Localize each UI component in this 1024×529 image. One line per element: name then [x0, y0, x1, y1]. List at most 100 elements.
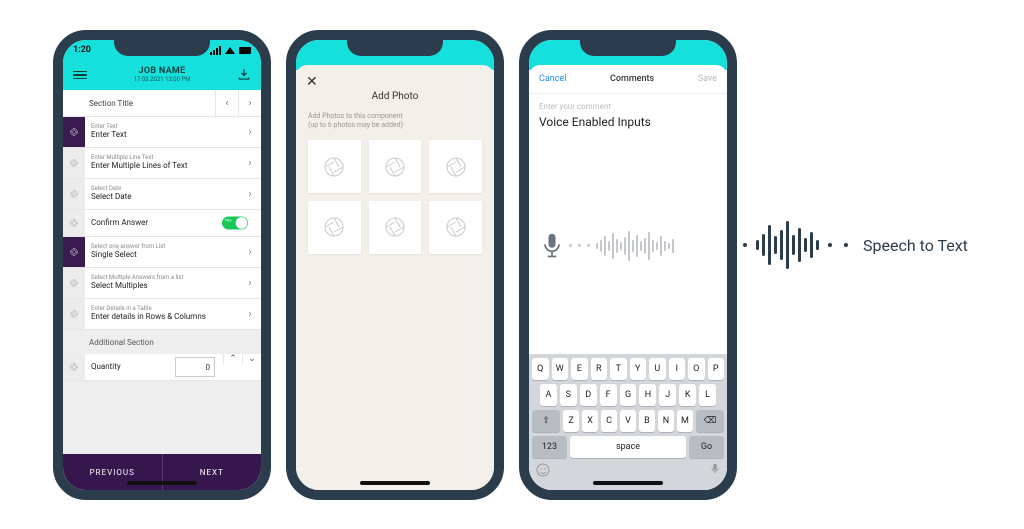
sheet-title: Comments — [610, 74, 654, 84]
section-next[interactable]: › — [238, 90, 261, 116]
status-time: 1:20 — [73, 45, 91, 55]
key-s[interactable]: S — [560, 384, 577, 406]
form-row-confirm: Confirm Answer YES — [63, 210, 261, 237]
gear-icon — [63, 237, 85, 267]
key-a[interactable]: A — [540, 384, 557, 406]
key-k[interactable]: K — [679, 384, 696, 406]
key-n[interactable]: N — [658, 410, 674, 432]
photo-grid — [308, 140, 482, 253]
quantity-input[interactable]: 0 — [175, 357, 215, 377]
gear-icon — [63, 299, 85, 329]
form-row-enter-text[interactable]: Enter TextEnter Text › — [63, 117, 261, 148]
waveform — [596, 228, 715, 264]
key-o[interactable]: O — [688, 358, 705, 380]
photo-slot[interactable] — [308, 201, 361, 254]
form-row-quantity: Quantity 0 ⌃ ⌄ — [63, 354, 261, 381]
delete-key[interactable]: ⌫ — [696, 410, 724, 432]
comment-value: Voice Enabled Inputs — [539, 115, 717, 129]
chevron-right-icon: › — [239, 237, 261, 267]
phone-comments: Cancel Comments Save Enter your comment … — [519, 30, 737, 500]
key-f[interactable]: F — [600, 384, 617, 406]
key-l[interactable]: L — [699, 384, 716, 406]
key-x[interactable]: X — [582, 410, 598, 432]
chevron-right-icon: › — [239, 268, 261, 298]
key-e[interactable]: E — [571, 358, 588, 380]
sheet-nav: Cancel Comments Save — [529, 65, 727, 94]
key-w[interactable]: W — [552, 358, 569, 380]
key-h[interactable]: H — [639, 384, 656, 406]
key-q[interactable]: Q — [532, 358, 549, 380]
home-indicator — [127, 481, 197, 485]
external-annotation: Speech to Text — [740, 215, 968, 275]
emoji-icon[interactable] — [535, 462, 551, 478]
phone-form: 1:20 JOB NAME 17.03.2021 13:00 PM Sectio… — [53, 30, 271, 500]
key-m[interactable]: M — [677, 410, 693, 432]
shift-key[interactable]: ⇧ — [532, 410, 560, 432]
menu-icon[interactable] — [73, 71, 87, 80]
photo-slot[interactable] — [429, 140, 482, 193]
form-row-single-select[interactable]: Select one answer from ListSingle Select… — [63, 237, 261, 268]
gear-icon — [63, 117, 85, 147]
download-icon[interactable] — [237, 68, 251, 82]
notch — [114, 39, 210, 56]
confirm-toggle[interactable]: YES — [222, 217, 248, 230]
key-r[interactable]: R — [591, 358, 608, 380]
key-b[interactable]: B — [639, 410, 655, 432]
section-prev[interactable]: ‹ — [215, 90, 238, 116]
microphone-icon — [541, 232, 563, 260]
key-v[interactable]: V — [620, 410, 636, 432]
cancel-button[interactable]: Cancel — [539, 74, 566, 84]
photo-slot[interactable] — [369, 140, 422, 193]
stage: 1:20 JOB NAME 17.03.2021 13:00 PM Sectio… — [0, 0, 1024, 529]
gear-icon — [63, 179, 85, 209]
wifi-icon — [225, 47, 235, 54]
form-row-date[interactable]: Select DateSelect Date › — [63, 179, 261, 210]
key-j[interactable]: J — [659, 384, 676, 406]
keyboard-mic-icon[interactable] — [709, 462, 721, 476]
key-p[interactable]: P — [708, 358, 725, 380]
photo-slot[interactable] — [429, 201, 482, 254]
status-indicators — [210, 46, 251, 55]
header-center: JOB NAME 17.03.2021 13:00 PM — [133, 67, 190, 83]
photo-slot[interactable] — [308, 140, 361, 193]
quantity-up[interactable]: ⌃ — [223, 354, 242, 364]
gear-icon — [63, 354, 85, 380]
comment-input[interactable]: Enter your comment Voice Enabled Inputs — [529, 94, 727, 137]
voice-visualizer — [529, 137, 727, 354]
save-button[interactable]: Save — [698, 74, 717, 84]
add-photo-sheet: ✕ Add Photo Add Photos to this component… — [296, 65, 494, 490]
key-c[interactable]: C — [601, 410, 617, 432]
external-label: Speech to Text — [863, 236, 968, 255]
key-t[interactable]: T — [610, 358, 627, 380]
key-g[interactable]: G — [620, 384, 637, 406]
key-i[interactable]: I — [669, 358, 686, 380]
space-key[interactable]: space — [570, 436, 686, 458]
close-icon[interactable]: ✕ — [306, 74, 318, 90]
chevron-right-icon: › — [239, 117, 261, 147]
numeric-key[interactable]: 123 — [532, 436, 567, 458]
photo-slot[interactable] — [369, 201, 422, 254]
quantity-down[interactable]: ⌄ — [242, 354, 261, 364]
gear-icon — [63, 210, 85, 236]
notch — [347, 39, 443, 56]
sheet-title: Add Photo — [308, 91, 482, 102]
battery-icon — [239, 47, 251, 54]
key-z[interactable]: Z — [563, 410, 579, 432]
form-row-table[interactable]: Enter Details in a TableEnter details in… — [63, 299, 261, 330]
form-row-multi-select[interactable]: Select Multiple Answers from a listSelec… — [63, 268, 261, 299]
home-indicator — [360, 481, 430, 485]
key-y[interactable]: Y — [630, 358, 647, 380]
home-indicator — [593, 481, 663, 485]
chevron-right-icon: › — [239, 148, 261, 178]
job-timestamp: 17.03.2021 13:00 PM — [133, 77, 190, 84]
chevron-right-icon: › — [239, 179, 261, 209]
keyboard[interactable]: QWERTYUIOP ASDFGHJKL ⇧ ZXCVBNM ⌫ 123 spa… — [529, 354, 727, 490]
sheet-subtitle: Add Photos to this component (up to 6 ph… — [308, 112, 482, 130]
form-row-multiline[interactable]: Enter Multiple Line TextEnter Multiple L… — [63, 148, 261, 179]
go-key[interactable]: Go — [689, 436, 724, 458]
signal-icon — [210, 46, 221, 55]
key-d[interactable]: D — [580, 384, 597, 406]
chevron-right-icon: › — [239, 299, 261, 329]
key-u[interactable]: U — [649, 358, 666, 380]
form-body: Section Title ‹ › Enter TextEnter Text ›… — [63, 90, 261, 490]
